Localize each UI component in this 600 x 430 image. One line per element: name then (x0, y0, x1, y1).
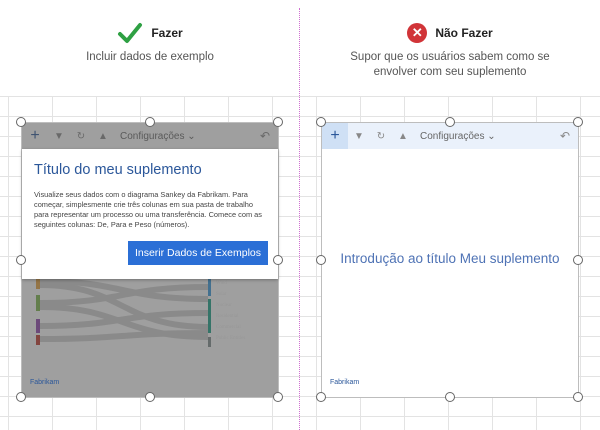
resize-handle[interactable] (316, 255, 326, 265)
footer-brand[interactable]: Fabrikam (30, 379, 59, 386)
addin-panel-do: + ▼ ↻ ▲ Configurações ⌄ ↶ Wind Solar Nuc… (21, 122, 279, 398)
resize-handle[interactable] (316, 117, 326, 127)
get-started-title: Introdução ao título Meu suplemento (340, 251, 560, 266)
card-title: Título do meu suplemento (34, 162, 202, 178)
do-header: Fazer Incluir dados de exemplo (0, 20, 300, 65)
resize-handle[interactable] (445, 392, 455, 402)
refresh-icon[interactable]: ↻ (370, 131, 392, 142)
resize-handle[interactable] (145, 117, 155, 127)
dont-header: ✕ Não Fazer Supor que os usuários sabem … (300, 20, 600, 80)
resize-handle[interactable] (445, 117, 455, 127)
resize-handle[interactable] (273, 117, 283, 127)
do-subtitle: Incluir dados de exemplo (86, 51, 214, 63)
dont-title: Não Fazer (435, 26, 493, 40)
add-icon[interactable]: + (322, 123, 348, 149)
intro-card: Título do meu suplemento Visualize seus … (22, 149, 278, 279)
cross-icon: ✕ (407, 23, 428, 43)
resize-handle[interactable] (16, 117, 26, 127)
insert-sample-data-button[interactable]: Inserir Dados de Exemplos (127, 241, 268, 265)
resize-handle[interactable] (273, 255, 283, 265)
settings-dropdown[interactable]: Configurações ⌄ (420, 131, 496, 142)
checkmark-icon (118, 23, 143, 43)
footer-brand[interactable]: Fabrikam (330, 379, 359, 386)
resize-handle[interactable] (573, 255, 583, 265)
resize-handle[interactable] (16, 392, 26, 402)
resize-handle[interactable] (573, 117, 583, 127)
card-description: Visualize seus dados com o diagrama Sank… (34, 190, 262, 229)
resize-handle[interactable] (16, 255, 26, 265)
resize-handle[interactable] (145, 392, 155, 402)
filter-icon[interactable]: ▼ (348, 131, 370, 142)
addin-panel-dont: + ▼ ↻ ▲ Configurações ⌄ ↶ Introdução ao … (321, 122, 579, 398)
resize-handle[interactable] (316, 392, 326, 402)
resize-handle[interactable] (273, 392, 283, 402)
dont-subtitle: Supor que os usuários sabem como se envo… (350, 51, 550, 78)
resize-handle[interactable] (573, 392, 583, 402)
undo-icon[interactable]: ↶ (560, 129, 570, 143)
do-title: Fazer (151, 26, 183, 40)
flask-icon[interactable]: ▲ (392, 131, 414, 142)
